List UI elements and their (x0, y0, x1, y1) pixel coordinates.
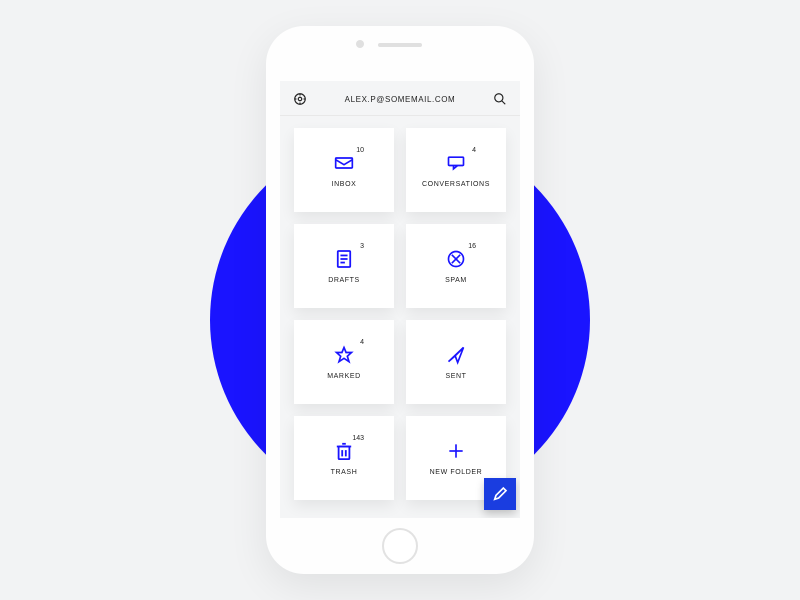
chat-icon: 4 (446, 153, 466, 173)
settings-button[interactable] (292, 91, 308, 107)
tile-label: DRAFTS (328, 277, 360, 284)
gear-icon (293, 92, 307, 106)
app-screen: ALEX.P@SOMEMAIL.COM 10 INBOX (280, 81, 520, 518)
app-header: ALEX.P@SOMEMAIL.COM (280, 81, 520, 116)
phone-frame: ALEX.P@SOMEMAIL.COM 10 INBOX (266, 26, 534, 574)
tile-marked[interactable]: 4 MARKED (294, 320, 394, 404)
tile-badge: 10 (356, 147, 364, 154)
send-icon (446, 345, 466, 365)
search-icon (493, 92, 507, 106)
tile-label: SENT (445, 373, 466, 380)
tile-badge: 4 (360, 339, 364, 346)
tile-label: INBOX (332, 181, 357, 188)
tile-label: MARKED (327, 373, 361, 380)
tile-drafts[interactable]: 3 DRAFTS (294, 224, 394, 308)
trash-icon: 143 (334, 441, 354, 461)
tile-badge: 16 (468, 243, 476, 250)
tile-label: NEW FOLDER (430, 469, 483, 476)
document-icon: 3 (334, 249, 354, 269)
search-button[interactable] (492, 91, 508, 107)
tile-badge: 4 (472, 147, 476, 154)
tile-badge: 143 (352, 435, 364, 442)
star-icon: 4 (334, 345, 354, 365)
pencil-icon (492, 486, 508, 502)
tile-label: TRASH (331, 469, 358, 476)
account-email: ALEX.P@SOMEMAIL.COM (345, 95, 456, 104)
plus-icon (446, 441, 466, 461)
tile-conversations[interactable]: 4 CONVERSATIONS (406, 128, 506, 212)
tile-badge: 3 (360, 243, 364, 250)
folder-grid: 10 INBOX 4 CONVERSATIONS (280, 116, 520, 500)
tile-spam[interactable]: 16 SPAM (406, 224, 506, 308)
tile-label: SPAM (445, 277, 467, 284)
tile-inbox[interactable]: 10 INBOX (294, 128, 394, 212)
blocked-icon: 16 (446, 249, 466, 269)
tile-sent[interactable]: SENT (406, 320, 506, 404)
home-button[interactable] (382, 528, 418, 564)
tile-trash[interactable]: 143 TRASH (294, 416, 394, 500)
tile-label: CONVERSATIONS (422, 181, 490, 188)
compose-button[interactable] (484, 478, 516, 510)
envelope-icon: 10 (334, 153, 354, 173)
